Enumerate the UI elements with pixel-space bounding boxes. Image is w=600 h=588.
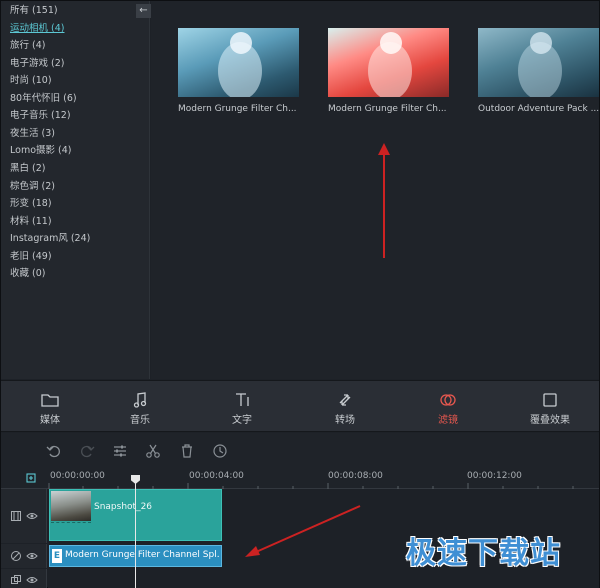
folder-icon xyxy=(41,394,59,407)
clip-thumbnail xyxy=(51,491,91,521)
adjust-icon[interactable] xyxy=(111,442,129,460)
tab-transition[interactable]: 转场 xyxy=(315,391,375,426)
scissors-icon[interactable] xyxy=(144,442,162,460)
tab-media[interactable]: 媒体 xyxy=(20,391,80,426)
overlay-track-header xyxy=(1,569,47,588)
transition-icon xyxy=(339,394,351,406)
snap-icon[interactable] xyxy=(25,472,37,484)
tab-label: 覆叠效果 xyxy=(530,415,570,426)
filter-track-header xyxy=(1,544,47,568)
category-sepia[interactable]: 棕色调 (2) xyxy=(10,181,55,193)
category-distort[interactable]: 形变 (18) xyxy=(10,198,52,210)
clip-baseline xyxy=(51,522,91,523)
text-icon xyxy=(236,393,249,406)
video-track-header xyxy=(1,489,47,543)
category-sidebar: ← 所有 (151) 运动相机 (4) 旅行 (4) 电子游戏 (2) 时尚 (… xyxy=(1,1,151,379)
category-80s[interactable]: 80年代怀旧 (6) xyxy=(10,93,77,105)
category-lomo[interactable]: Lomo摄影 (4) xyxy=(10,145,71,157)
watermark: 极速下载站 xyxy=(406,536,561,571)
category-bw[interactable]: 黑白 (2) xyxy=(10,163,45,175)
timeline-ruler[interactable]: 00:00:00:00 00:00:04:00 00:00:08:00 00:0… xyxy=(1,467,599,489)
tab-label: 音乐 xyxy=(130,415,150,426)
filter-clip-badge: E xyxy=(52,549,62,563)
eye-icon[interactable] xyxy=(26,550,38,562)
undo-icon[interactable] xyxy=(45,442,63,460)
tab-filter[interactable]: 滤镜 xyxy=(418,391,478,426)
category-action-cam[interactable]: 运动相机 (4) xyxy=(10,23,64,35)
category-all[interactable]: 所有 (151) xyxy=(10,5,58,17)
filter-library: Modern Grunge Filter Ch... Modern Grunge… xyxy=(151,1,599,379)
category-nightlife[interactable]: 夜生活 (3) xyxy=(10,128,55,140)
category-fashion[interactable]: 时尚 (10) xyxy=(10,75,52,87)
category-travel[interactable]: 旅行 (4) xyxy=(10,40,45,52)
annotation-arrow-up xyxy=(378,143,390,258)
tab-overlay[interactable]: 覆叠效果 xyxy=(520,391,580,426)
category-instagram[interactable]: Instagram风 (24) xyxy=(10,233,90,245)
music-note-icon xyxy=(133,392,147,408)
category-videogame[interactable]: 电子游戏 (2) xyxy=(10,58,64,70)
tick-label: 00:00:00:00 xyxy=(50,471,105,481)
trash-icon[interactable] xyxy=(178,442,196,460)
edit-toolbar xyxy=(1,433,599,467)
tick-label: 00:00:12:00 xyxy=(467,471,522,481)
category-favorites[interactable]: 收藏 (0) xyxy=(10,268,45,280)
tab-music[interactable]: 音乐 xyxy=(110,391,170,426)
clip-label: Modern Grunge Filter Channel Spl... xyxy=(65,550,220,560)
overlay-icon xyxy=(543,393,557,407)
media-tabs: 媒体 音乐 文字 转场 滤镜 覆叠效果 xyxy=(1,380,599,432)
clock-icon[interactable] xyxy=(211,442,229,460)
tick-label: 00:00:04:00 xyxy=(189,471,244,481)
eye-icon[interactable] xyxy=(26,574,38,586)
film-icon[interactable] xyxy=(10,510,22,522)
category-vintage[interactable]: 老旧 (49) xyxy=(10,251,52,263)
overlay-track-icon[interactable] xyxy=(10,574,22,586)
category-electronic[interactable]: 电子音乐 (12) xyxy=(10,110,71,122)
arrow-left-icon[interactable]: ← xyxy=(136,4,151,18)
redo-icon[interactable] xyxy=(78,442,96,460)
tick-label: 00:00:08:00 xyxy=(328,471,383,481)
eye-icon[interactable] xyxy=(26,510,38,522)
filter-track-icon[interactable] xyxy=(10,550,22,562)
category-material[interactable]: 材料 (11) xyxy=(10,216,52,228)
tab-label: 媒体 xyxy=(40,415,60,426)
clip-label: Snapshot_26 xyxy=(94,502,153,512)
tab-label: 转场 xyxy=(335,415,355,426)
filter-icon xyxy=(440,394,456,406)
tab-label: 文字 xyxy=(232,415,252,426)
tab-label: 滤镜 xyxy=(438,415,458,426)
playhead[interactable] xyxy=(135,477,136,588)
tab-text[interactable]: 文字 xyxy=(212,391,272,426)
